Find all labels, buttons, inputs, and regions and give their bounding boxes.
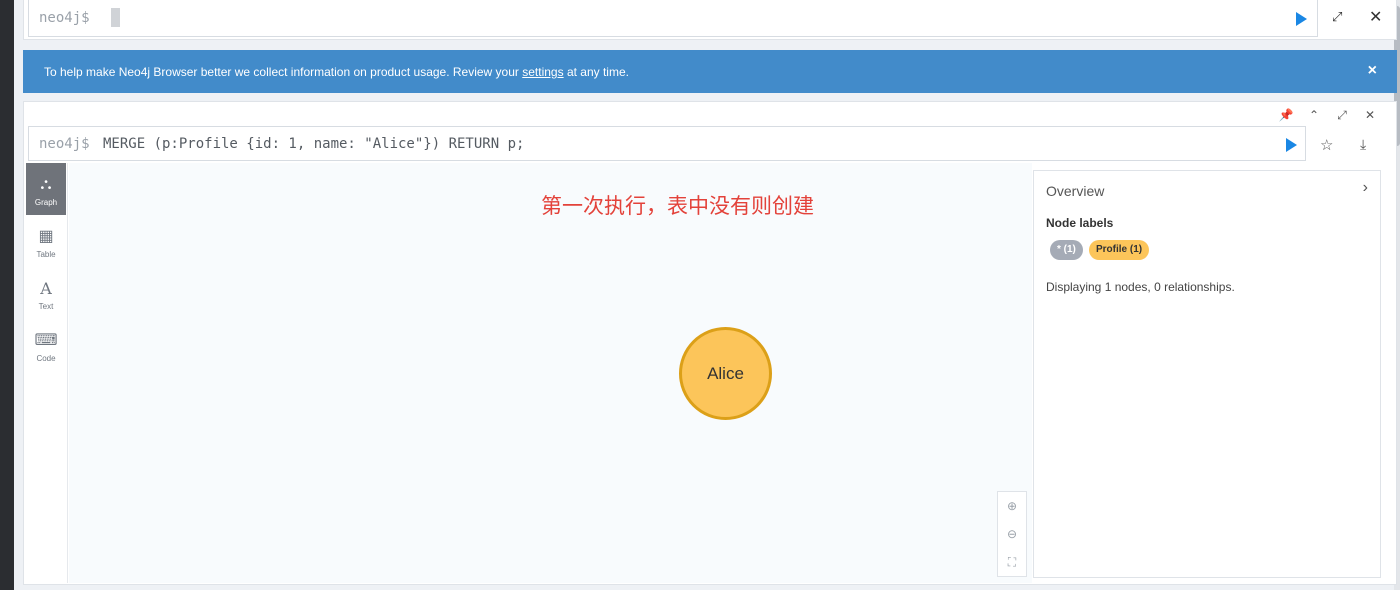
graph-canvas[interactable]: 第一次执行，表中没有则创建 Alice ⊕ ⊖ ⛶ bbox=[69, 163, 1032, 583]
overview-title: Overview bbox=[1046, 183, 1105, 199]
editor-input[interactable]: neo4j$ bbox=[28, 0, 1318, 37]
settings-link[interactable]: settings bbox=[522, 65, 563, 79]
frame-controls: 📌 ⌃ ⤢ ✕ bbox=[1272, 107, 1384, 123]
annotation-text: 第一次执行，表中没有则创建 bbox=[541, 194, 814, 218]
nav-label: Table bbox=[36, 250, 56, 259]
fullscreen-icon[interactable]: ⤢ bbox=[1332, 9, 1342, 25]
nav-label: Graph bbox=[34, 198, 58, 207]
nav-text[interactable]: A Text bbox=[26, 267, 66, 319]
nav-table[interactable]: ▦ Table bbox=[26, 215, 66, 267]
overview-panel: Overview › Node labels * (1) Profile (1)… bbox=[1033, 170, 1381, 578]
label-pill-profile[interactable]: Profile (1) bbox=[1089, 240, 1150, 260]
graph-icon: ⛬ bbox=[40, 176, 52, 193]
text-icon: A bbox=[40, 279, 52, 298]
close-editor-icon[interactable]: ✕ bbox=[1369, 7, 1382, 27]
left-dark-strip bbox=[0, 0, 14, 590]
view-sidenav: ⛬ Graph ▦ Table A Text ⌨ Code bbox=[26, 163, 68, 583]
close-icon[interactable]: ✕ bbox=[1356, 107, 1384, 123]
expand-icon[interactable]: ⤢ bbox=[1328, 107, 1356, 123]
banner-message: To help make Neo4j Browser better we col… bbox=[44, 65, 629, 79]
text-cursor bbox=[111, 8, 120, 27]
chevron-up-icon[interactable]: ⌃ bbox=[1300, 107, 1328, 123]
zoom-controls: ⊕ ⊖ ⛶ bbox=[997, 491, 1027, 577]
node-label: Alice bbox=[707, 363, 744, 383]
nav-code[interactable]: ⌨ Code bbox=[26, 319, 66, 371]
banner-text: To help make Neo4j Browser better we col… bbox=[44, 65, 523, 79]
download-icon[interactable]: ⤓ bbox=[1360, 136, 1366, 153]
rerun-button[interactable] bbox=[1284, 138, 1298, 152]
chevron-right-icon[interactable]: › bbox=[1363, 179, 1368, 197]
fit-view-icon[interactable]: ⛶ bbox=[998, 548, 1026, 576]
star-icon[interactable]: ☆ bbox=[1320, 136, 1333, 154]
top-editor: neo4j$ ⤢ ✕ bbox=[23, 0, 1397, 40]
table-icon: ▦ bbox=[38, 228, 54, 245]
overview-info: Displaying 1 nodes, 0 relationships. bbox=[1046, 280, 1235, 294]
zoom-out-icon[interactable]: ⊖ bbox=[998, 520, 1026, 548]
result-frame: 📌 ⌃ ⤢ ✕ neo4j$ MERGE (p:Profile {id: 1, … bbox=[23, 101, 1397, 585]
code-icon: ⌨ bbox=[34, 332, 58, 349]
label-pill-all[interactable]: * (1) bbox=[1050, 240, 1083, 260]
pin-icon[interactable]: 📌 bbox=[1272, 107, 1300, 123]
banner-text-end: at any time. bbox=[563, 65, 629, 79]
run-button[interactable] bbox=[1294, 12, 1308, 26]
banner-close-icon[interactable]: × bbox=[1368, 62, 1377, 80]
query-prompt: neo4j$ bbox=[39, 136, 90, 152]
nav-graph[interactable]: ⛬ Graph bbox=[26, 163, 66, 215]
query-bar[interactable]: neo4j$ MERGE (p:Profile {id: 1, name: "A… bbox=[28, 126, 1306, 161]
zoom-in-icon[interactable]: ⊕ bbox=[998, 492, 1026, 520]
nav-label: Text bbox=[38, 302, 54, 311]
graph-node[interactable]: Alice bbox=[679, 327, 772, 420]
node-labels-heading: Node labels bbox=[1046, 216, 1114, 230]
usage-banner: To help make Neo4j Browser better we col… bbox=[23, 50, 1397, 93]
editor-prompt: neo4j$ bbox=[39, 10, 90, 26]
nav-label: Code bbox=[36, 354, 56, 363]
query-text[interactable]: MERGE (p:Profile {id: 1, name: "Alice"})… bbox=[103, 136, 524, 152]
